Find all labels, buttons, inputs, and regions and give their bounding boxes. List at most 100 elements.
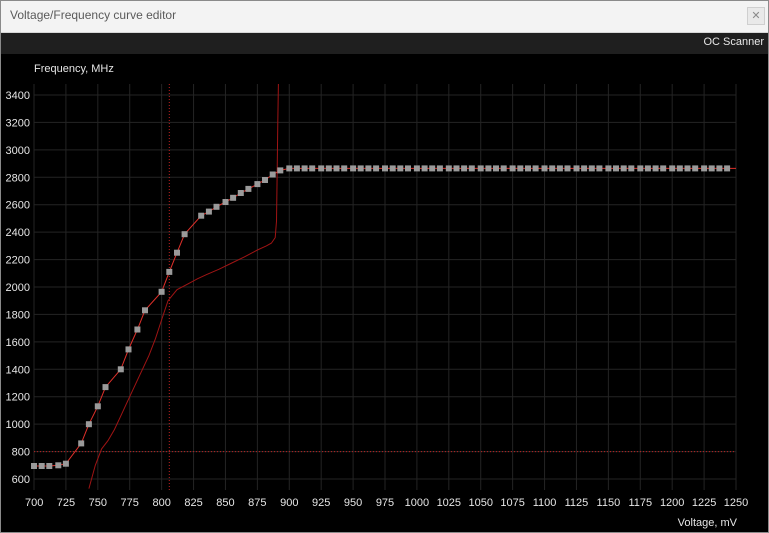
vf-point[interactable] — [684, 165, 691, 172]
x-tick-label: 975 — [376, 497, 394, 509]
vf-point[interactable] — [453, 165, 460, 172]
vf-point[interactable] — [500, 165, 507, 172]
vf-point[interactable] — [549, 165, 556, 172]
vf-point[interactable] — [158, 288, 165, 295]
close-icon: ✕ — [751, 9, 761, 22]
vf-point[interactable] — [325, 165, 332, 172]
vf-point[interactable] — [31, 463, 37, 469]
vf-point[interactable] — [174, 249, 180, 256]
vf-point[interactable] — [477, 165, 484, 172]
vf-point[interactable] — [254, 181, 261, 188]
vf-point[interactable] — [588, 165, 595, 172]
vf-point[interactable] — [134, 326, 141, 333]
vf-point[interactable] — [461, 165, 468, 172]
vf-point[interactable] — [692, 165, 699, 172]
vf-point[interactable] — [350, 165, 357, 172]
vf-point[interactable] — [341, 165, 348, 172]
vf-point[interactable] — [660, 165, 667, 172]
vf-point[interactable] — [620, 165, 627, 172]
vf-point[interactable] — [397, 165, 404, 172]
vf-point[interactable] — [525, 165, 531, 172]
x-tick-label: 1050 — [468, 497, 492, 509]
vf-point[interactable] — [701, 165, 708, 172]
x-tick-label: 750 — [89, 497, 107, 509]
vf-point[interactable] — [669, 165, 676, 172]
vf-point[interactable] — [269, 171, 276, 178]
vf-point[interactable] — [541, 165, 548, 172]
vf-point[interactable] — [309, 165, 316, 172]
vf-point[interactable] — [517, 165, 524, 172]
x-tick-label: 900 — [280, 497, 298, 509]
vf-point[interactable] — [222, 199, 229, 205]
vf-point[interactable] — [573, 165, 580, 172]
vf-point[interactable] — [94, 403, 101, 410]
vf-point[interactable] — [485, 165, 492, 172]
vf-point[interactable] — [382, 165, 388, 172]
vf-point[interactable] — [596, 165, 603, 172]
vf-point[interactable] — [166, 268, 173, 275]
vf-point[interactable] — [436, 165, 443, 172]
vf-point[interactable] — [277, 167, 284, 174]
vf-point[interactable] — [102, 384, 109, 391]
vf-point[interactable] — [724, 165, 731, 172]
vf-point[interactable] — [556, 165, 563, 172]
vf-point[interactable] — [301, 165, 308, 172]
vf-point[interactable] — [333, 165, 340, 172]
vf-point[interactable] — [716, 165, 723, 172]
vf-point[interactable] — [605, 165, 612, 172]
vf-point[interactable] — [181, 231, 188, 238]
vf-point[interactable] — [198, 212, 205, 219]
vf-point[interactable] — [676, 165, 683, 172]
vf-point[interactable] — [230, 194, 237, 201]
vf-point[interactable] — [421, 165, 428, 172]
vf-curve-chart[interactable]: Frequency, MHz Voltage, mV 700 725 750 775 8… — [1, 54, 768, 532]
vf-point[interactable] — [62, 460, 69, 467]
vf-point[interactable] — [78, 440, 85, 447]
vf-point[interactable] — [55, 462, 62, 469]
vf-point[interactable] — [293, 165, 300, 172]
vf-point[interactable] — [85, 421, 92, 428]
vf-point[interactable] — [493, 165, 499, 172]
vf-point[interactable] — [389, 165, 396, 172]
title-bar[interactable]: Voltage/Frequency curve editor ✕ — [1, 1, 768, 33]
y-tick-label: 3200 — [6, 117, 30, 129]
y-tick-label: 600 — [12, 474, 30, 486]
vf-point[interactable] — [628, 165, 635, 172]
vf-point[interactable] — [262, 177, 268, 183]
vf-point[interactable] — [38, 463, 45, 469]
vf-point[interactable] — [445, 165, 452, 172]
y-tick-label: 2600 — [6, 200, 30, 212]
vf-point[interactable] — [365, 165, 372, 172]
close-button[interactable]: ✕ — [747, 7, 765, 25]
oc-scanner-button[interactable]: OC Scanner — [703, 36, 764, 48]
vf-point[interactable] — [125, 346, 132, 353]
vf-point[interactable] — [652, 165, 659, 172]
vf-point[interactable] — [581, 165, 588, 172]
vf-point[interactable] — [405, 165, 411, 172]
vf-point[interactable] — [142, 307, 148, 314]
vf-point[interactable] — [213, 203, 220, 210]
vf-point[interactable] — [509, 165, 516, 172]
vf-point[interactable] — [532, 165, 539, 172]
vf-point[interactable] — [286, 165, 293, 172]
vf-point[interactable] — [413, 165, 420, 172]
vf-point[interactable] — [564, 165, 571, 172]
vf-point[interactable] — [644, 165, 651, 172]
vf-graph[interactable]: Frequency, MHz Voltage, mV 700 725 750 775 8… — [1, 54, 768, 532]
vf-point[interactable] — [237, 190, 244, 196]
vf-point[interactable] — [429, 165, 436, 172]
vf-points[interactable] — [31, 165, 731, 469]
vf-point[interactable] — [245, 185, 252, 192]
vf-point[interactable] — [637, 165, 644, 172]
vf-point[interactable] — [708, 165, 715, 172]
vf-point[interactable] — [373, 165, 380, 172]
vf-point[interactable] — [318, 165, 325, 172]
vf-point[interactable] — [46, 463, 53, 469]
x-tick-label: 1150 — [597, 497, 621, 509]
vf-point[interactable] — [357, 165, 364, 172]
vf-point[interactable] — [613, 165, 619, 172]
vf-point[interactable] — [468, 165, 475, 172]
vf-point[interactable] — [117, 366, 124, 373]
vf-point[interactable] — [205, 208, 212, 215]
x-axis-label: Voltage, mV — [678, 517, 738, 529]
